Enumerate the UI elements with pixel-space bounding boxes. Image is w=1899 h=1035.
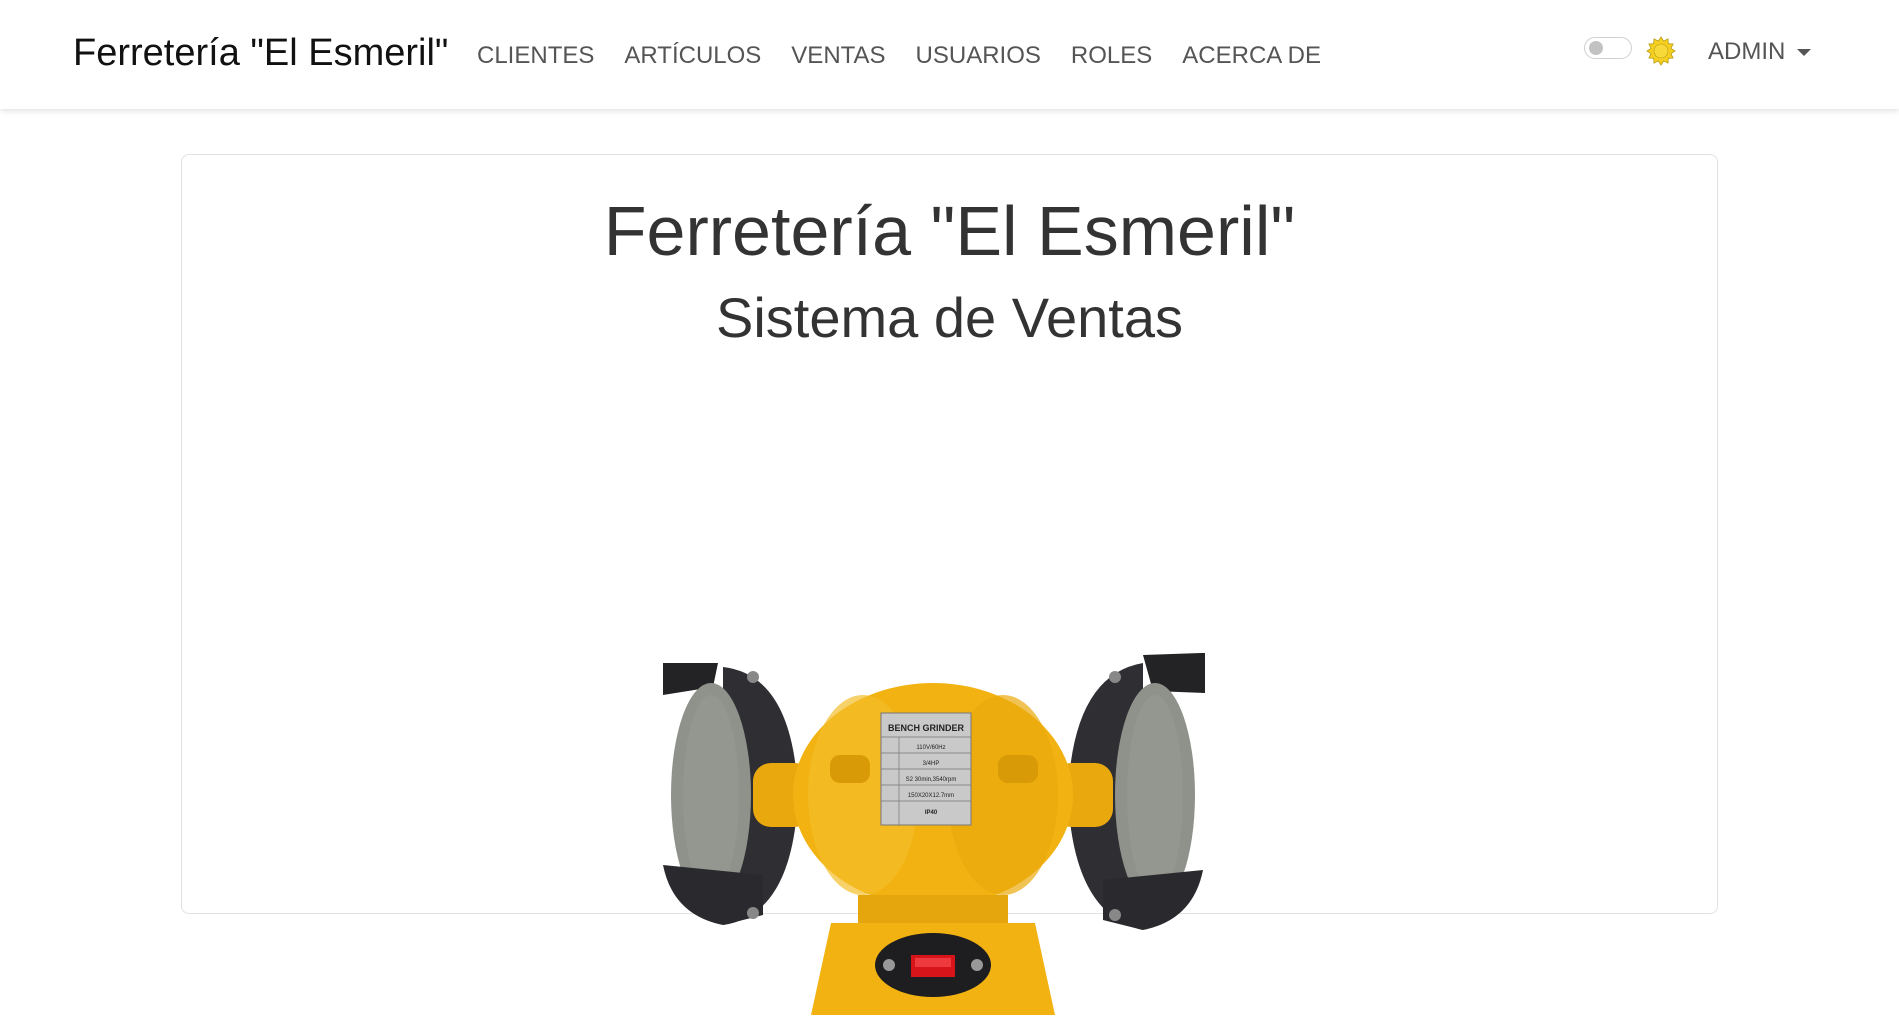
chevron-down-icon [1797, 48, 1812, 56]
label-row: S2 30min,3540rpm [906, 777, 957, 783]
hero-card: Ferretería "El Esmeril" Sistema de Venta… [181, 154, 1718, 1015]
bench-grinder-image: BENCH GRINDER 110V/60Hz 3/4HP S2 30min,3… [663, 653, 1205, 1015]
navbar: Ferretería "El Esmeril" CLIENTES ARTÍCUL… [0, 0, 1899, 109]
nav-link-articulos[interactable]: ARTÍCULOS [624, 42, 761, 70]
user-menu-dropdown[interactable]: ADMIN [1708, 38, 1812, 66]
brand-link[interactable]: Ferretería "El Esmeril" [73, 32, 448, 75]
label-row: 3/4HP [923, 761, 940, 767]
label-row: 150X20X12.7mm [908, 793, 954, 799]
user-name-label: ADMIN [1708, 38, 1786, 65]
label-row: 110V/60Hz [916, 745, 945, 751]
nav-link-clientes[interactable]: CLIENTES [477, 42, 594, 70]
theme-toggle-knob [1589, 41, 1603, 55]
label-header: BENCH GRINDER [888, 723, 965, 733]
nav-link-acerca-de[interactable]: ACERCA DE [1182, 42, 1321, 70]
page-subtitle: Sistema de Ventas [716, 286, 1183, 349]
nav-link-usuarios[interactable]: USUARIOS [916, 42, 1041, 70]
theme-toggle[interactable] [1584, 37, 1632, 59]
sun-icon [1646, 36, 1676, 66]
nav-links: CLIENTES ARTÍCULOS VENTAS USUARIOS ROLES… [477, 42, 1351, 70]
page-title: Ferretería "El Esmeril" [603, 192, 1296, 270]
nav-link-ventas[interactable]: VENTAS [791, 42, 885, 70]
nav-link-roles[interactable]: ROLES [1071, 42, 1152, 70]
label-row: IP40 [925, 810, 938, 816]
